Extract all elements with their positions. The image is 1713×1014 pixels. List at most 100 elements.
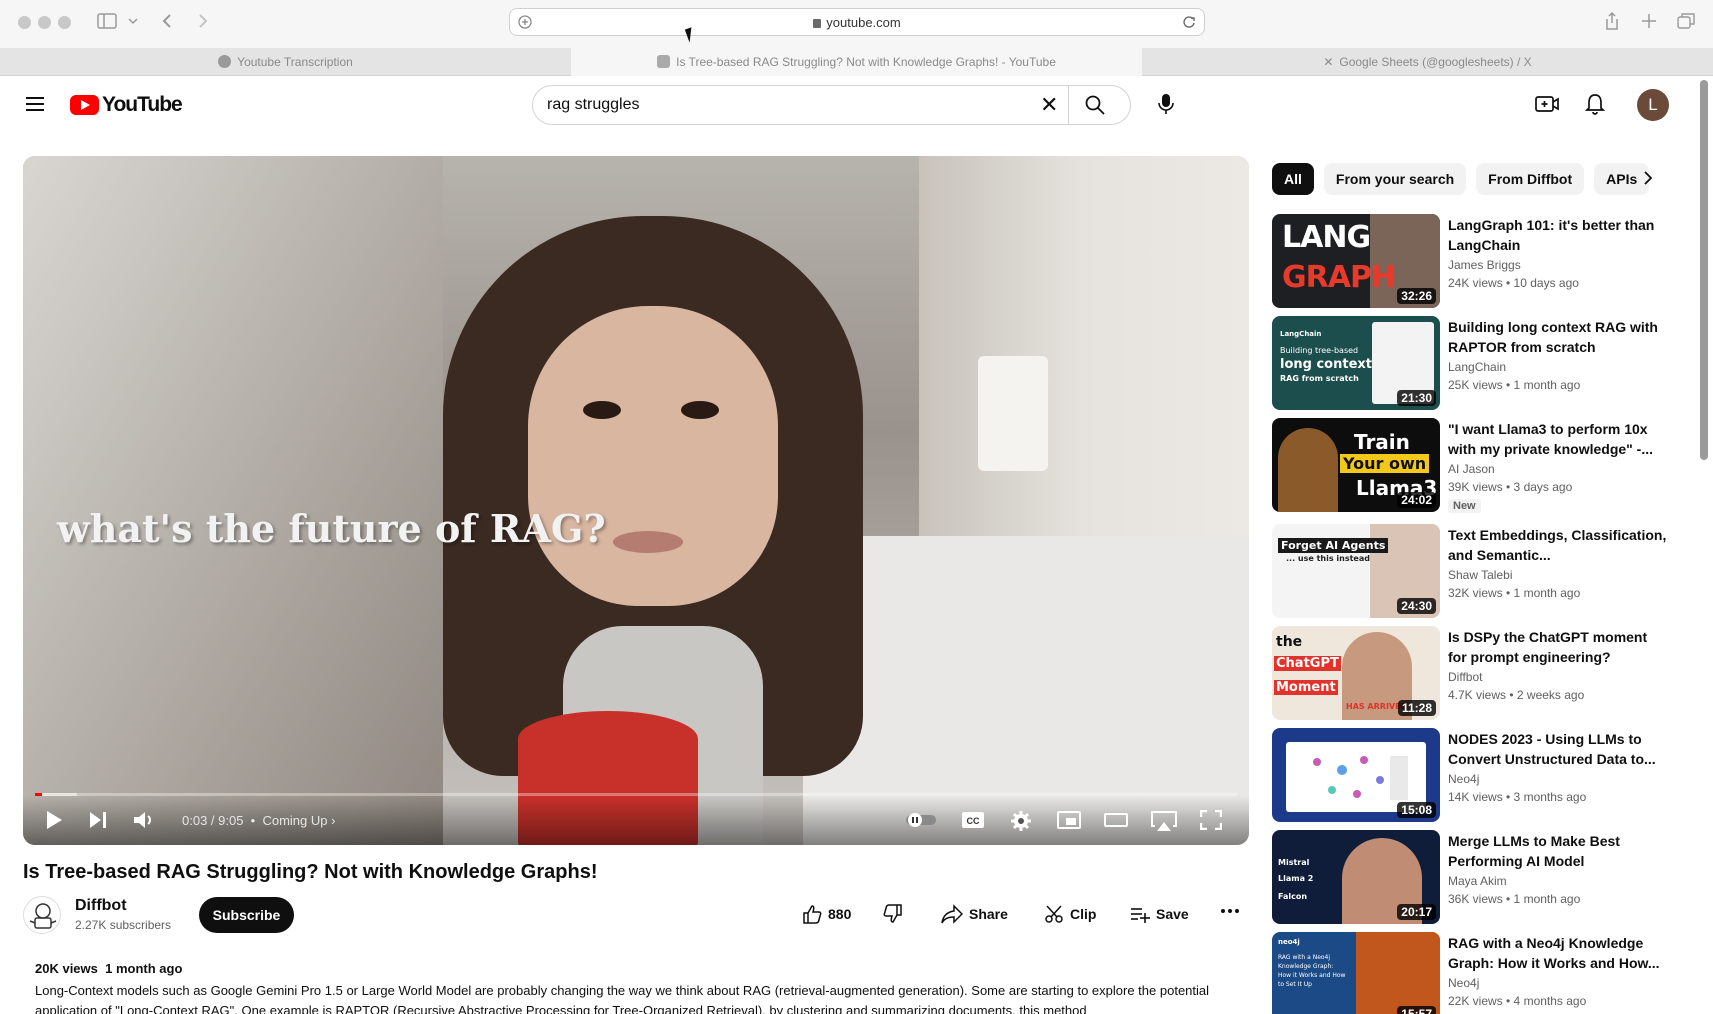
- tab-label: Is Tree-based RAG Struggling? Not with K…: [676, 55, 1056, 69]
- back-arrow-icon[interactable]: [162, 13, 172, 29]
- account-avatar[interactable]: L: [1637, 89, 1669, 121]
- microphone-icon[interactable]: [1158, 93, 1174, 115]
- settings-gear-icon[interactable]: [1010, 810, 1032, 832]
- miniplayer-icon[interactable]: [1057, 810, 1081, 830]
- thumbs-down-icon: [883, 904, 902, 923]
- video-player[interactable]: what's the future of RAG? 0:03 / 9:05 • …: [23, 156, 1249, 845]
- channel-name[interactable]: Shaw Talebi: [1448, 568, 1513, 582]
- menu-icon[interactable]: [26, 97, 44, 111]
- x-logo-icon: ✕: [1323, 55, 1334, 69]
- video-title[interactable]: "I want Llama3 to perform 10x with my pr…: [1448, 419, 1668, 459]
- reload-icon[interactable]: [1182, 15, 1196, 29]
- channel-name[interactable]: Diffbot: [1448, 670, 1482, 684]
- video-title[interactable]: Is DSPy the ChatGPT moment for prompt en…: [1448, 627, 1668, 667]
- fullscreen-icon[interactable]: [1200, 810, 1222, 830]
- play-icon[interactable]: [45, 810, 63, 830]
- channel-name[interactable]: LangChain: [1448, 360, 1506, 374]
- video-stats[interactable]: 20K views 1 month ago: [35, 961, 182, 976]
- chip-from-diffbot[interactable]: From Diffbot: [1476, 163, 1585, 195]
- tab-overview-icon[interactable]: [1677, 13, 1695, 29]
- channel-avatar[interactable]: [23, 896, 61, 934]
- tab-current-video[interactable]: Is Tree-based RAG Struggling? Not with K…: [571, 48, 1142, 76]
- tab-label: Youtube Transcription: [237, 55, 353, 69]
- clip-button[interactable]: Clip: [1044, 904, 1096, 924]
- channel-name[interactable]: AI Jason: [1448, 462, 1495, 476]
- video-thumbnail[interactable]: LangChain Building tree-based long conte…: [1272, 316, 1440, 410]
- tab-youtube-transcription[interactable]: Youtube Transcription: [0, 48, 571, 76]
- create-video-icon[interactable]: [1535, 93, 1559, 115]
- video-title[interactable]: Text Embeddings, Classification, and Sem…: [1448, 525, 1668, 565]
- video-title[interactable]: Merge LLMs to Make Best Performing AI Mo…: [1448, 831, 1668, 871]
- recommended-video[interactable]: LangChain Building tree-based long conte…: [1272, 316, 1692, 410]
- zoom-window-button[interactable]: [58, 16, 71, 29]
- recommended-video[interactable]: Mistral Llama 2 Falcon 20:17 Merge LLMs …: [1272, 830, 1692, 924]
- close-window-button[interactable]: [18, 16, 31, 29]
- video-thumbnail[interactable]: Forget AI Agents ... use this instead 24…: [1272, 524, 1440, 618]
- video-title[interactable]: Building long context RAG with RAPTOR fr…: [1448, 317, 1668, 357]
- forward-arrow-icon[interactable]: [198, 13, 208, 29]
- youtube-favicon-icon: [657, 55, 671, 68]
- search-icon[interactable]: [1085, 95, 1105, 115]
- minimize-window-button[interactable]: [38, 16, 51, 29]
- recommended-video[interactable]: neo4j RAG with a Neo4j Knowledge Graph: …: [1272, 932, 1692, 1014]
- save-button[interactable]: Save: [1130, 904, 1189, 924]
- recommended-video[interactable]: Train Your own Llama3 24:02 "I want Llam…: [1272, 418, 1692, 513]
- recommended-video[interactable]: 15:08 NODES 2023 - Using LLMs to Convert…: [1272, 728, 1692, 822]
- more-actions-button[interactable]: [1221, 908, 1239, 914]
- subscriber-count: 2.27K subscribers: [75, 918, 172, 932]
- video-thumbnail[interactable]: the ChatGPT Moment HAS ARRIVED 11:28: [1272, 626, 1440, 720]
- video-title[interactable]: RAG with a Neo4j Knowledge Graph: How it…: [1448, 933, 1668, 973]
- view-count: 20K views: [35, 961, 98, 976]
- address-bar[interactable]: youtube.com: [509, 8, 1205, 36]
- chip-apis[interactable]: APIs: [1594, 163, 1650, 195]
- youtube-play-icon: [70, 95, 99, 115]
- channel-name[interactable]: Diffbot: [75, 897, 127, 915]
- video-thumbnail[interactable]: LANG GRAPH 32:26: [1272, 214, 1440, 308]
- chevron-down-icon[interactable]: [128, 17, 138, 25]
- like-button[interactable]: 880: [802, 904, 851, 924]
- share-icon[interactable]: [1604, 11, 1620, 31]
- new-tab-icon[interactable]: [1641, 13, 1657, 29]
- channel-name[interactable]: James Briggs: [1448, 258, 1521, 272]
- video-description[interactable]: Long-Context models such as Google Gemin…: [35, 981, 1235, 1014]
- video-thumbnail[interactable]: Train Your own Llama3 24:02: [1272, 418, 1440, 512]
- sidebar-toggle-icon[interactable]: [97, 13, 117, 29]
- chip-from-your-search[interactable]: From your search: [1323, 163, 1467, 195]
- duration-badge: 32:26: [1397, 288, 1436, 304]
- video-thumbnail[interactable]: neo4j RAG with a Neo4j Knowledge Graph: …: [1272, 932, 1440, 1014]
- recommended-video[interactable]: Forget AI Agents ... use this instead 24…: [1272, 524, 1692, 618]
- subtitles-cc-icon[interactable]: CC: [961, 810, 985, 830]
- video-title[interactable]: NODES 2023 - Using LLMs to Convert Unstr…: [1448, 729, 1668, 769]
- duration-badge: 11:28: [1397, 700, 1436, 716]
- video-title[interactable]: LangGraph 101: it's better than LangChai…: [1448, 215, 1668, 255]
- chevron-right-icon[interactable]: [1643, 170, 1653, 186]
- youtube-logo[interactable]: YouTube: [70, 93, 183, 117]
- chevron-right-icon[interactable]: ›: [331, 813, 335, 828]
- notifications-bell-icon[interactable]: [1585, 93, 1605, 115]
- video-thumbnail[interactable]: 15:08: [1272, 728, 1440, 822]
- theater-mode-icon[interactable]: [1104, 810, 1128, 830]
- dislike-button[interactable]: [883, 904, 903, 924]
- subscribe-button[interactable]: Subscribe: [199, 897, 294, 933]
- video-thumbnail[interactable]: Mistral Llama 2 Falcon 20:17: [1272, 830, 1440, 924]
- airplay-icon[interactable]: [1151, 810, 1177, 832]
- chapter-label[interactable]: Coming Up: [262, 813, 327, 828]
- volume-icon[interactable]: [133, 810, 155, 830]
- video-meta: 24K views • 10 days ago: [1448, 276, 1579, 290]
- next-video-icon[interactable]: [88, 810, 108, 830]
- channel-name[interactable]: Neo4j: [1448, 772, 1479, 786]
- autoplay-toggle-icon[interactable]: [905, 812, 937, 828]
- channel-name[interactable]: Neo4j: [1448, 976, 1479, 990]
- duration-badge: 24:30: [1397, 598, 1436, 614]
- channel-name[interactable]: Maya Akim: [1448, 874, 1507, 888]
- duration-badge: 21:30: [1397, 390, 1436, 406]
- page-scrollbar[interactable]: [1700, 80, 1708, 460]
- search-input[interactable]: [547, 94, 1027, 116]
- clear-search-icon[interactable]: ✕: [1040, 94, 1058, 116]
- chip-all[interactable]: All: [1272, 163, 1314, 195]
- share-button[interactable]: Share: [941, 904, 1008, 924]
- tab-bar: Youtube Transcription Is Tree-based RAG …: [0, 48, 1713, 76]
- tab-google-sheets[interactable]: ✕ Google Sheets (@googlesheets) / X: [1142, 48, 1713, 76]
- recommended-video[interactable]: LANG GRAPH 32:26 LangGraph 101: it's bet…: [1272, 214, 1692, 308]
- recommended-video[interactable]: the ChatGPT Moment HAS ARRIVED 11:28 Is …: [1272, 626, 1692, 720]
